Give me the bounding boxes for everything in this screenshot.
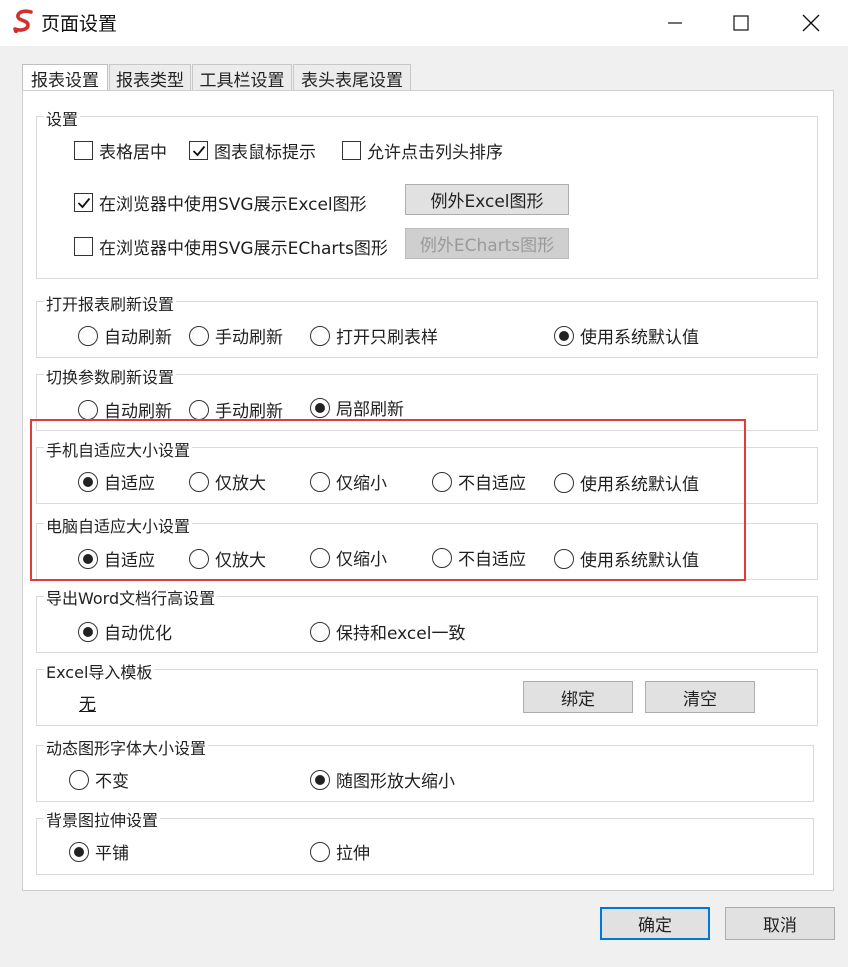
- tab-report-type[interactable]: 报表类型: [109, 64, 191, 91]
- tab-header-footer-settings[interactable]: 表头表尾设置: [293, 64, 411, 91]
- minimize-icon: [668, 22, 682, 24]
- param-refresh-manual-radio[interactable]: 手动刷新: [189, 397, 283, 422]
- open-refresh-default-radio[interactable]: 使用系统默认值: [554, 323, 699, 348]
- checkbox-box: [74, 193, 93, 212]
- chart-tooltip-checkbox[interactable]: 图表鼠标提示: [189, 138, 316, 163]
- svg-echarts-checkbox[interactable]: 在浏览器中使用SVG展示ECharts图形: [74, 234, 388, 259]
- settings-legend: 设置: [44, 106, 81, 130]
- checkbox-box: [74, 141, 93, 160]
- mobile-adapt-shrink-radio[interactable]: 仅缩小: [310, 469, 387, 494]
- mobile-adapt-enlarge-radio[interactable]: 仅放大: [189, 469, 266, 494]
- excel-import-template-value: 无: [79, 695, 96, 715]
- open-refresh-style-only-radio[interactable]: 打开只刷表样: [310, 323, 438, 348]
- tab-toolbar-settings[interactable]: 工具栏设置: [192, 64, 292, 91]
- app-logo-icon: [13, 9, 33, 34]
- svg-excel-checkbox[interactable]: 在浏览器中使用SVG展示Excel图形: [74, 190, 367, 215]
- open-refresh-manual-radio[interactable]: 手动刷新: [189, 323, 283, 348]
- param-refresh-auto-radio[interactable]: 自动刷新: [78, 397, 172, 422]
- click-sort-checkbox[interactable]: 允许点击列头排序: [342, 138, 503, 163]
- chart-font-fixed-radio[interactable]: 不变: [69, 767, 129, 792]
- checkmark-icon: [77, 197, 90, 208]
- param-refresh-legend: 切换参数刷新设置: [44, 364, 177, 388]
- checkbox-box: [189, 141, 208, 160]
- pc-adapt-enlarge-radio[interactable]: 仅放大: [189, 546, 266, 571]
- window-title: 页面设置: [41, 13, 118, 35]
- excel-import-legend: Excel导入模板: [44, 659, 155, 683]
- pc-adapt-auto-radio[interactable]: 自适应: [78, 546, 155, 571]
- minimize-button[interactable]: [640, 0, 710, 46]
- checkbox-box: [74, 237, 93, 256]
- pc-adapt-default-radio[interactable]: 使用系统默认值: [554, 546, 699, 571]
- tab-report-settings[interactable]: 报表设置: [22, 64, 108, 92]
- except-excel-button[interactable]: 例外Excel图形: [405, 184, 569, 215]
- pc-adapt-legend: 电脑自适应大小设置: [44, 513, 193, 537]
- word-export-legend: 导出Word文档行高设置: [44, 585, 218, 609]
- bg-stretch-stretch-radio[interactable]: 拉伸: [310, 839, 370, 864]
- open-refresh-legend: 打开报表刷新设置: [44, 291, 177, 315]
- bind-button[interactable]: 绑定: [523, 681, 633, 713]
- checkbox-box: [342, 141, 361, 160]
- bg-stretch-tile-radio[interactable]: 平铺: [69, 839, 129, 864]
- bg-stretch-legend: 背景图拉伸设置: [44, 807, 161, 831]
- maximize-button[interactable]: [706, 0, 776, 46]
- pc-adapt-none-radio[interactable]: 不自适应: [432, 545, 526, 570]
- param-refresh-partial-radio[interactable]: 局部刷新: [310, 395, 404, 420]
- mobile-adapt-none-radio[interactable]: 不自适应: [432, 469, 526, 494]
- mobile-adapt-auto-radio[interactable]: 自适应: [78, 469, 155, 494]
- cancel-button[interactable]: 取消: [725, 907, 835, 940]
- title-bar: 页面设置: [0, 0, 848, 46]
- maximize-icon: [733, 15, 749, 31]
- open-refresh-auto-radio[interactable]: 自动刷新: [78, 323, 172, 348]
- pc-adapt-shrink-radio[interactable]: 仅缩小: [310, 545, 387, 570]
- checkmark-icon: [192, 145, 205, 156]
- chart-font-legend: 动态图形字体大小设置: [44, 735, 209, 759]
- center-table-checkbox[interactable]: 表格居中: [74, 138, 167, 163]
- clear-button[interactable]: 清空: [645, 681, 755, 713]
- chart-font-scale-radio[interactable]: 随图形放大缩小: [310, 767, 455, 792]
- word-export-keep-excel-radio[interactable]: 保持和excel一致: [310, 619, 465, 644]
- close-icon: [802, 14, 820, 32]
- except-echarts-button[interactable]: 例外ECharts图形: [405, 228, 569, 259]
- word-export-auto-radio[interactable]: 自动优化: [78, 619, 172, 644]
- ok-button[interactable]: 确定: [600, 907, 710, 940]
- close-button[interactable]: [776, 0, 846, 46]
- mobile-adapt-default-radio[interactable]: 使用系统默认值: [554, 470, 699, 495]
- mobile-adapt-legend: 手机自适应大小设置: [44, 437, 193, 461]
